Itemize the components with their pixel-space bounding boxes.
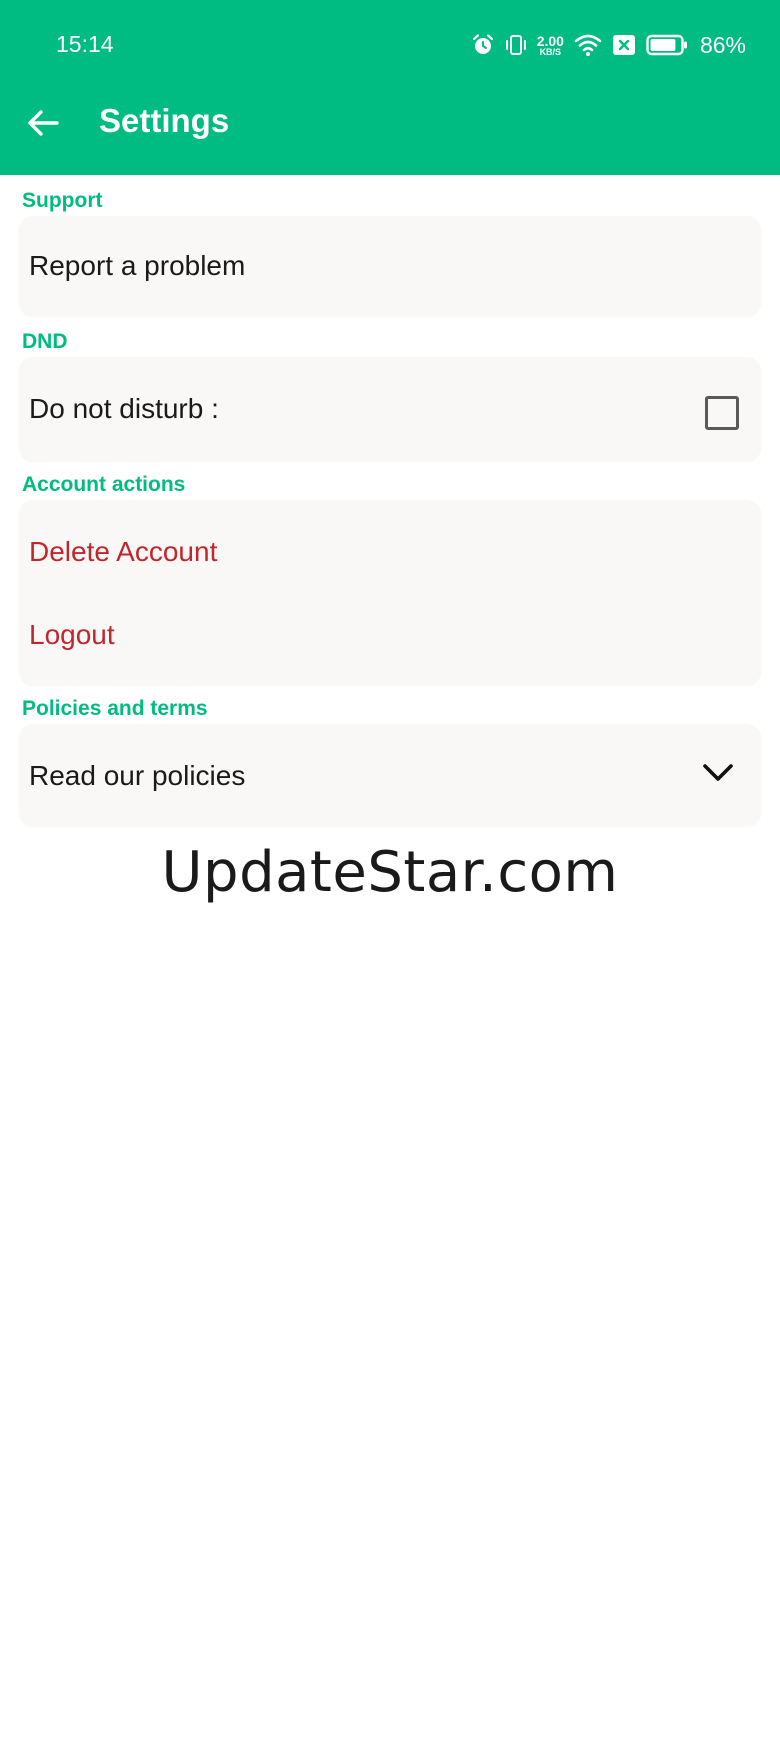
wifi-icon (574, 33, 602, 57)
section-label-dnd: DND (22, 330, 68, 353)
alarm-icon (471, 33, 495, 57)
vibrate-icon (505, 33, 527, 57)
delete-account-button[interactable]: Delete Account (29, 536, 217, 568)
toolbar: Settings (0, 90, 780, 175)
read-policies-item[interactable]: Read our policies (29, 760, 245, 792)
support-card: Report a problem (19, 216, 761, 316)
section-label-account: Account actions (22, 473, 186, 496)
section-label-support: Support (22, 189, 103, 212)
app-header: 15:14 2.00 KB/S 86% Settings (0, 0, 780, 175)
dnd-card: Do not disturb : (19, 357, 761, 461)
status-icons: 2.00 KB/S 86% (471, 30, 746, 60)
status-bar: 15:14 2.00 KB/S 86% (0, 0, 780, 90)
status-time: 15:14 (56, 31, 114, 57)
sim-off-icon (612, 34, 636, 56)
page-title: Settings (99, 102, 230, 139)
section-label-policies: Policies and terms (22, 697, 208, 720)
arrow-left-icon (28, 110, 59, 136)
back-button[interactable] (20, 100, 66, 146)
do-not-disturb-label: Do not disturb : (29, 393, 219, 424)
chevron-down-icon[interactable] (701, 760, 735, 786)
account-card: Delete Account Logout (19, 500, 761, 685)
battery-percent: 86% (699, 31, 746, 58)
net-speed-unit: KB/S (539, 46, 562, 57)
logout-button[interactable]: Logout (29, 619, 115, 651)
watermark: UpdateStar.com (161, 840, 619, 905)
policies-card[interactable]: Read our policies (19, 724, 761, 826)
net-speed: 2.00 KB/S (537, 34, 564, 57)
battery-icon (646, 34, 688, 56)
net-speed-value: 2.00 (536, 32, 564, 49)
report-problem-item[interactable]: Report a problem (29, 250, 245, 282)
do-not-disturb-checkbox[interactable] (705, 396, 739, 430)
